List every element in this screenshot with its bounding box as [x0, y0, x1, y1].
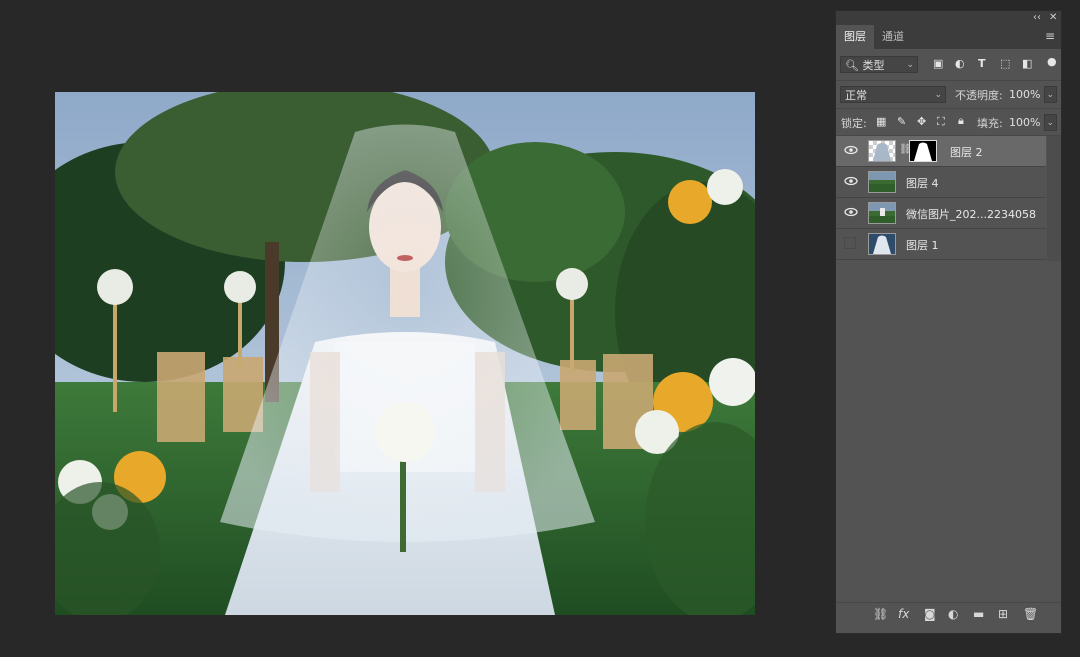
layers-list: ⛓ 图层 2 图层 4 微信图片_202...2234058 图层 1: [836, 136, 1046, 266]
panel-menu-icon[interactable]: ≡: [1045, 29, 1055, 43]
blend-mode-value: 正常: [845, 89, 867, 102]
search-icon: 🔍︎: [845, 59, 859, 72]
layer-row[interactable]: 微信图片_202...2234058: [836, 198, 1046, 229]
filter-smart-object-icon[interactable]: ◧: [1022, 57, 1032, 71]
chevron-down-icon: ⌄: [1046, 118, 1054, 128]
panel-title-bar: ‹‹ ✕: [836, 11, 1061, 25]
lock-paint-icon[interactable]: ✎: [897, 115, 906, 129]
lock-all-icon[interactable]: 🔒︎: [958, 114, 964, 128]
tab-layers[interactable]: 图层: [836, 25, 874, 49]
tab-channels[interactable]: 通道: [874, 25, 912, 49]
lock-label: 锁定:: [841, 117, 867, 130]
filter-row: 🔍︎ 类型 ⌄ ▣ ◐ T ⬚ ◧ ●: [836, 49, 1061, 81]
eye-icon[interactable]: [844, 175, 858, 187]
document-canvas[interactable]: [55, 92, 755, 615]
filter-adjustment-icon[interactable]: ◐: [955, 57, 965, 71]
chevron-down-icon: ⌄: [934, 90, 942, 100]
opacity-dropdown[interactable]: ⌄: [1044, 86, 1057, 103]
lock-transparent-icon[interactable]: ▦: [876, 115, 886, 129]
eye-icon[interactable]: [844, 144, 858, 156]
blend-mode-select[interactable]: 正常 ⌄: [840, 86, 946, 103]
fill-dropdown[interactable]: ⌄: [1044, 114, 1057, 131]
layers-bottom-toolbar: ⛓ fx ◙ ◐ ▬ ⊞ 🗑︎: [836, 602, 1061, 625]
eye-icon[interactable]: [844, 206, 858, 218]
link-icon[interactable]: ⛓: [873, 607, 888, 621]
adjustment-icon[interactable]: ◐: [948, 607, 958, 621]
chevron-down-icon: ⌄: [906, 60, 914, 70]
layer-name: 图层 2: [950, 146, 983, 159]
blend-row: 正常 ⌄ 不透明度: 100% ⌄: [836, 81, 1061, 109]
filter-kind-label: 类型: [862, 59, 885, 72]
layer-mask-thumbnail[interactable]: [909, 140, 937, 162]
filter-pixel-icon[interactable]: ▣: [933, 57, 943, 71]
filter-shape-icon[interactable]: ⬚: [1000, 57, 1010, 71]
layers-scrollbar[interactable]: [1047, 136, 1061, 261]
filter-type-icon[interactable]: T: [978, 57, 986, 71]
new-layer-icon[interactable]: ⊞: [998, 607, 1008, 621]
fill-input[interactable]: 100%: [1007, 114, 1045, 131]
fx-icon[interactable]: fx: [898, 607, 909, 621]
panel-tabs: 图层 通道 ≡: [836, 25, 1061, 49]
layer-thumbnail: [868, 233, 896, 255]
lock-artboard-icon[interactable]: ⛶: [937, 115, 945, 129]
photo-bride-garden: [55, 92, 755, 615]
layer-name: 图层 1: [906, 239, 939, 252]
layer-row[interactable]: ⛓ 图层 2: [836, 136, 1046, 167]
chevron-down-icon: ⌄: [1046, 90, 1054, 100]
filter-toggle-icon[interactable]: ●: [1047, 55, 1057, 69]
folder-icon[interactable]: ▬: [973, 607, 984, 621]
layer-row[interactable]: 图层 4: [836, 167, 1046, 198]
opacity-label: 不透明度:: [955, 89, 1003, 102]
layer-thumbnail: [868, 140, 896, 162]
layer-row[interactable]: 图层 1: [836, 229, 1046, 260]
layers-panel: ‹‹ ✕ 图层 通道 ≡ 🔍︎ 类型 ⌄ ▣ ◐ T ⬚ ◧ ● 正常 ⌄ 不透…: [835, 10, 1062, 634]
collapse-icon[interactable]: ‹‹: [1033, 11, 1041, 25]
lock-position-icon[interactable]: ✥: [917, 115, 926, 129]
close-icon[interactable]: ✕: [1049, 11, 1057, 25]
layer-thumbnail: [868, 202, 896, 224]
mask-icon[interactable]: ◙: [924, 607, 936, 621]
opacity-input[interactable]: 100%: [1007, 86, 1045, 103]
layer-name: 微信图片_202...2234058: [906, 208, 1036, 221]
trash-icon[interactable]: 🗑︎: [1023, 607, 1038, 621]
visibility-toggle-empty[interactable]: [844, 237, 856, 249]
layer-name: 图层 4: [906, 177, 939, 190]
filter-kind-select[interactable]: 🔍︎ 类型 ⌄: [840, 56, 918, 73]
lock-row: 锁定: ▦ ✎ ✥ ⛶ 🔒︎ 填充: 100% ⌄: [836, 109, 1061, 136]
layer-thumbnail: [868, 171, 896, 193]
fill-label: 填充:: [977, 117, 1003, 130]
